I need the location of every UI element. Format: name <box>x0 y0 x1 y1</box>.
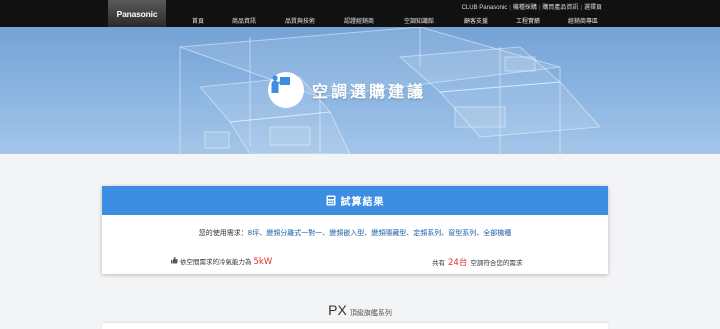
result-card: 試算結果 您的使用需求：8坪、變頻分離式一對一、變頻嵌入型、變頻隱藏型、定頻系列… <box>102 186 608 274</box>
hero-heading: 空調選購建議 <box>268 72 426 108</box>
brand-name: Panasonic <box>116 8 158 19</box>
thumbs-up-icon <box>171 256 178 264</box>
nav-quality-tech[interactable]: 品質與技術 <box>285 16 315 25</box>
util-link-club[interactable]: CLUB Panasonic <box>462 5 508 11</box>
nav-support[interactable]: 顧客支援 <box>464 16 488 25</box>
result-title: 試算結果 <box>340 197 385 208</box>
calculator-icon <box>326 195 335 206</box>
count-suffix: 空調符合您的需求 <box>470 259 523 267</box>
top-bar: Panasonic CLUB Panasonic | 機種採購 | 購買產品資訊 | 選擇頁… <box>0 0 720 27</box>
series-name: PX <box>328 302 347 318</box>
nav-home[interactable]: 首頁 <box>192 16 204 25</box>
capacity-label: 依空間需求的冷氣能力為 <box>180 258 252 266</box>
nav-projects[interactable]: 工程實績 <box>516 16 540 25</box>
nav-certified-dealers[interactable]: 認證經銷商 <box>344 16 374 25</box>
hero-title: 空調選購建議 <box>312 82 427 101</box>
util-link-purchase[interactable]: 機種採購 <box>513 5 537 11</box>
needs-values: 8坪、變頻分離式一對一、變頻嵌入型、變頻隱藏型、定頻系列、窗型系列、全部機種 <box>247 229 512 237</box>
product-list-card <box>102 323 608 329</box>
utility-links: CLUB Panasonic | 機種採購 | 購買產品資訊 | 選擇頁 <box>461 5 602 11</box>
needs-label: 您的使用需求： <box>198 229 248 237</box>
capacity-value: 5kW <box>253 257 273 267</box>
result-card-header: 試算結果 <box>102 186 608 215</box>
util-link-product-info[interactable]: 購買產品資訊 <box>542 5 578 11</box>
series-subtitle: 頂級旗艦系列 <box>349 309 392 317</box>
util-link-select[interactable]: 選擇頁 <box>584 5 602 11</box>
match-count: 共有 24台 空調符合您的需求 <box>432 256 522 268</box>
advisor-presentation-icon <box>268 72 304 108</box>
count-value: 24台 <box>448 258 468 268</box>
panasonic-logo[interactable]: Panasonic <box>108 0 166 27</box>
nav-dealer-zone[interactable]: 經銷商專區 <box>568 16 598 25</box>
nav-ac-knowledge[interactable]: 空調知識館 <box>404 16 434 25</box>
series-heading: PX 頂級旗艦系列 <box>0 300 720 319</box>
count-prefix: 共有 <box>432 259 445 267</box>
usage-needs: 您的使用需求：8坪、變頻分離式一對一、變頻嵌入型、變頻隱藏型、定頻系列、窗型系列… <box>102 228 608 238</box>
nav-products[interactable]: 商品資訊 <box>232 16 256 25</box>
capacity-info: 依空間需求的冷氣能力為 5kW <box>170 256 272 267</box>
hero-banner: 空調選購建議 <box>0 27 720 154</box>
